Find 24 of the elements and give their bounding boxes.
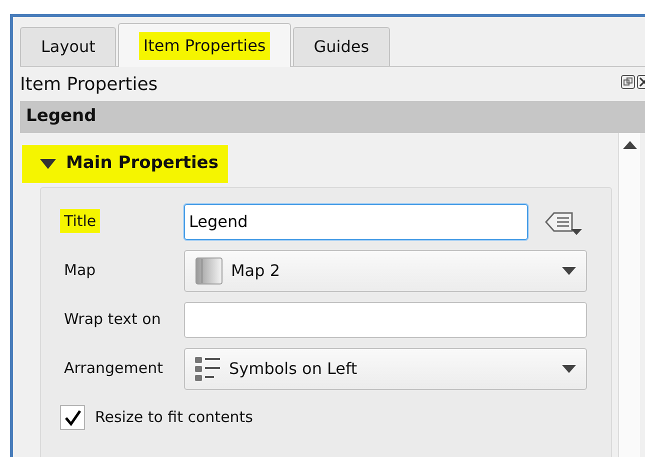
- section-header[interactable]: Main Properties: [22, 145, 228, 182]
- tab[interactable]: Layout: [20, 27, 116, 66]
- caret-icon: [562, 266, 576, 274]
- field-label: Map: [63, 260, 97, 282]
- text-field[interactable]: [184, 302, 587, 338]
- item-header: Legend: [20, 101, 645, 133]
- panel-title: Item Properties: [20, 73, 158, 97]
- field-label: Title: [60, 209, 100, 234]
- tab[interactable]: Item Properties: [118, 23, 291, 67]
- expand-icon[interactable]: [40, 158, 56, 170]
- caret-icon: [562, 364, 576, 372]
- list-icon: [195, 354, 221, 382]
- text-field[interactable]: Legend: [184, 204, 528, 240]
- dropdown[interactable]: Map 2: [184, 250, 587, 292]
- scroll-up-icon[interactable]: [622, 141, 636, 149]
- field-label: Arrangement: [63, 358, 164, 380]
- float-icon[interactable]: [621, 75, 635, 89]
- map-icon: [195, 256, 223, 284]
- checkbox[interactable]: [60, 405, 85, 430]
- checkbox-label: Resize to fit contents: [95, 407, 253, 428]
- dropdown[interactable]: Symbols on Left: [184, 348, 587, 390]
- field-label: Wrap text on: [63, 309, 162, 330]
- tab[interactable]: Guides: [292, 27, 390, 66]
- scrollbar[interactable]: [618, 133, 640, 457]
